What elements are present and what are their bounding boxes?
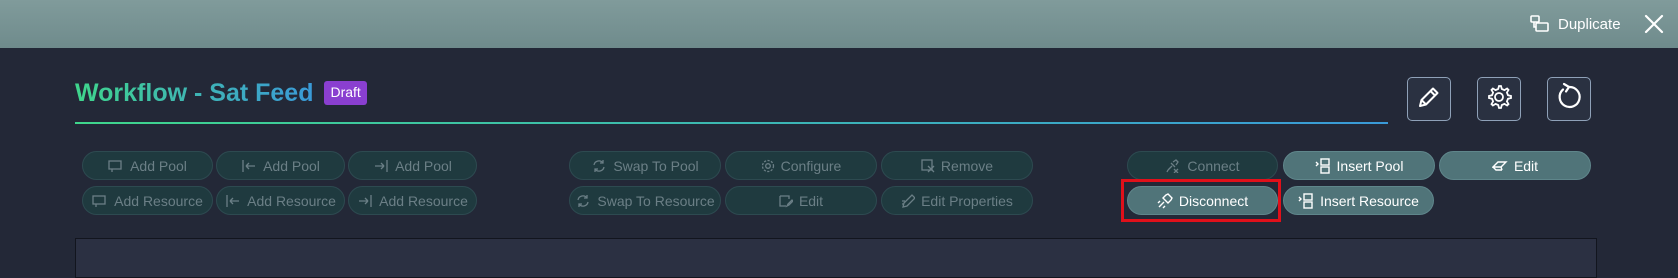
workflow-name: Sat Feed <box>209 79 314 107</box>
swap-to-resource-button[interactable]: Swap To Resource <box>569 186 721 215</box>
swap-to-resource-label: Swap To Resource <box>597 192 715 209</box>
gear-icon <box>1485 83 1513 116</box>
add-resource-before-button[interactable]: Add Resource <box>82 186 213 215</box>
workflow-label: Workflow <box>75 79 188 107</box>
configure-button[interactable]: Configure <box>725 151 877 180</box>
workflow-title: Workflow - Sat Feed <box>75 76 313 110</box>
add-left-icon <box>241 159 257 173</box>
insert-icon <box>1298 192 1314 209</box>
edit-label: Edit <box>1513 157 1539 174</box>
title-separator: - <box>187 79 210 107</box>
add-pool-right-button[interactable]: Add Pool <box>348 151 477 180</box>
disconnect-icon <box>1157 192 1173 209</box>
refresh-icon <box>1554 82 1584 117</box>
add-pool-left-button[interactable]: Add Pool <box>216 151 345 180</box>
add-before-icon <box>92 194 108 208</box>
disconnect-button[interactable]: Disconnect <box>1127 186 1278 215</box>
insert-resource-label: Insert Resource <box>1320 192 1419 209</box>
settings-button[interactable] <box>1477 77 1521 121</box>
add-resource-right-button[interactable]: Add Resource <box>348 186 477 215</box>
swap-to-pool-button[interactable]: Swap To Pool <box>569 151 721 180</box>
add-resource-label: Add Resource <box>247 192 336 209</box>
add-pool-label: Add Pool <box>395 157 452 174</box>
duplicate-label: Duplicate <box>1558 15 1621 33</box>
edit-connection-button[interactable]: Edit <box>1439 151 1591 180</box>
insert-pool-button[interactable]: Insert Pool <box>1283 151 1435 180</box>
remove-label: Remove <box>940 157 994 174</box>
add-resource-left-button[interactable]: Add Resource <box>216 186 345 215</box>
page-title: Workflow - Sat Feed Draft <box>75 76 367 110</box>
connect-icon <box>1165 158 1181 173</box>
insert-icon <box>1315 157 1331 174</box>
top-bar: Duplicate <box>0 0 1678 48</box>
configure-label: Configure <box>780 157 842 174</box>
add-right-icon <box>357 194 373 208</box>
disconnect-label: Disconnect <box>1178 192 1249 209</box>
add-resource-label: Add Resource <box>114 192 203 209</box>
swap-icon <box>591 159 607 173</box>
add-right-icon <box>373 159 389 173</box>
pencil-icon <box>1416 84 1442 115</box>
edit-properties-button[interactable]: Edit Properties <box>881 186 1033 215</box>
edit-workflow-button[interactable] <box>1407 77 1451 121</box>
duplicate-icon <box>1530 15 1550 33</box>
edit-label: Edit <box>798 192 824 209</box>
edit-icon <box>779 194 793 208</box>
duplicate-button[interactable]: Duplicate <box>1530 14 1621 34</box>
gear-icon <box>761 159 775 173</box>
refresh-button[interactable] <box>1547 77 1591 121</box>
title-underline <box>75 122 1388 124</box>
add-pool-before-button[interactable]: Add Pool <box>82 151 213 180</box>
close-button[interactable] <box>1643 13 1665 35</box>
connect-label: Connect <box>1187 157 1240 174</box>
connect-button[interactable]: Connect <box>1127 151 1278 180</box>
remove-button[interactable]: Remove <box>881 151 1033 180</box>
swap-to-pool-label: Swap To Pool <box>613 157 699 174</box>
add-resource-label: Add Resource <box>379 192 468 209</box>
close-icon <box>1643 14 1665 39</box>
remove-icon <box>921 158 935 173</box>
edit-properties-icon <box>901 193 916 208</box>
insert-resource-button[interactable]: Insert Resource <box>1283 186 1434 215</box>
edit-item-button[interactable]: Edit <box>725 186 877 215</box>
status-badge: Draft <box>324 81 367 105</box>
add-before-icon <box>108 159 124 173</box>
add-left-icon <box>225 194 241 208</box>
edit-properties-label: Edit Properties <box>921 192 1013 209</box>
insert-pool-label: Insert Pool <box>1336 157 1404 174</box>
add-pool-label: Add Pool <box>130 157 187 174</box>
eraser-icon <box>1491 159 1508 173</box>
workflow-canvas[interactable] <box>75 238 1597 278</box>
add-pool-label: Add Pool <box>263 157 320 174</box>
swap-icon <box>575 194 591 208</box>
